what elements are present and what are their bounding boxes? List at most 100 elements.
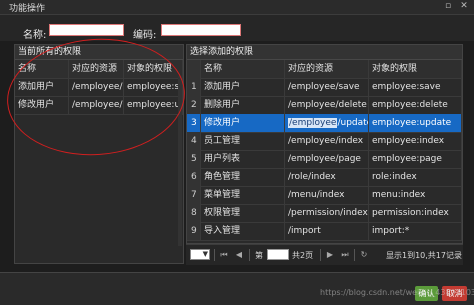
table-row[interactable]: 5 用户列表/employee/page employee:page — [187, 150, 462, 169]
row-index: 6 — [187, 168, 201, 186]
row-permission: employee:index — [369, 132, 462, 150]
row-permission: employee:delete — [369, 96, 462, 114]
table-row[interactable]: 修改用户 /employee/up employee:up — [15, 96, 183, 115]
row-name: 删除用户 — [201, 96, 285, 114]
resource-text: /employee/delete — [288, 100, 367, 110]
table-row[interactable]: 8 权限管理/permission/index permission:index — [187, 204, 462, 223]
chevron-down-icon: ▼ — [202, 250, 208, 258]
row-index: 2 — [187, 96, 201, 114]
table-row[interactable]: 添加用户 /employee/sa employee:sa — [15, 78, 183, 97]
row-index: 5 — [187, 150, 201, 168]
column-header-name[interactable]: 名称 — [15, 60, 69, 78]
close-icon[interactable]: ✕ — [459, 2, 469, 11]
left-panel-scrollbar[interactable] — [178, 76, 182, 246]
last-page-icon[interactable]: ⏭ — [340, 249, 350, 260]
row-resource: /role/index — [285, 168, 369, 186]
name-label: 名称: — [23, 30, 47, 41]
row-resource: /employee/sa — [69, 78, 124, 96]
row-name: 修改用户 — [15, 96, 69, 114]
row-permission: permission:index — [369, 204, 462, 222]
table-row[interactable]: 6 角色管理/role/index role:index — [187, 168, 462, 187]
resource-text: /menu/index — [288, 190, 345, 200]
row-permission: menu:index — [369, 186, 462, 204]
pagination-bar: ▼ ⏮ ◀ 第 共2页 ▶ ⏭ ↻ 显示1到10,共17记录 — [186, 244, 463, 265]
row-index: 3 — [187, 114, 201, 132]
divider — [354, 249, 355, 261]
row-index: 7 — [187, 186, 201, 204]
records-summary: 显示1到10,共17记录 — [386, 251, 462, 260]
row-resource: /employee/update — [285, 114, 369, 132]
next-page-icon[interactable]: ▶ — [325, 249, 335, 260]
page-number-input[interactable] — [267, 249, 289, 260]
available-permissions-panel: 选择添加的权限 名称 对应的资源 对象的权限 1 添加用户/employee/sa… — [186, 44, 463, 244]
table-header: 名称 对应的资源 对象的权限 — [15, 60, 183, 79]
table-row[interactable]: 2 删除用户/employee/delete employee:delete — [187, 96, 462, 115]
code-label: 编码: — [133, 30, 157, 41]
row-permission: role:index — [369, 168, 462, 186]
page-prefix: 第 — [255, 251, 263, 260]
column-header-resource[interactable]: 对应的资源 — [69, 60, 124, 78]
row-name: 权限管理 — [201, 204, 285, 222]
row-resource: /menu/index — [285, 186, 369, 204]
row-resource: /employee/save — [285, 78, 369, 96]
resource-text: /update — [337, 118, 369, 128]
row-index: 9 — [187, 222, 201, 240]
row-resource: /employee/delete — [285, 96, 369, 114]
row-name: 修改用户 — [201, 114, 285, 132]
row-index: 1 — [187, 78, 201, 96]
watermark: https://blog.csdn.net/weixin_43893103 — [320, 288, 474, 297]
row-permission: employee:save — [369, 78, 462, 96]
page-total: 共2页 — [292, 251, 314, 260]
row-permission: employee:page — [369, 150, 462, 168]
current-permissions-panel: 当前所有的权限 名称 对应的资源 对象的权限 添加用户 /employee/sa… — [14, 44, 184, 264]
row-permission: import:* — [369, 222, 462, 240]
prev-page-icon[interactable]: ◀ — [234, 249, 244, 260]
row-permission: employee:up — [124, 96, 183, 114]
current-permissions-title: 当前所有的权限 — [15, 45, 183, 60]
column-header-name[interactable]: 名称 — [201, 60, 285, 78]
row-name: 添加用户 — [15, 78, 69, 96]
maximize-icon[interactable]: ▫ — [443, 2, 453, 11]
divider — [214, 249, 215, 261]
column-header-permission[interactable]: 对象的权限 — [369, 60, 462, 78]
table-row[interactable]: 4 员工管理/employee/index employee:index — [187, 132, 462, 151]
row-permission: employee:sa — [124, 78, 183, 96]
table-row[interactable]: 1 添加用户/employee/save employee:save — [187, 78, 462, 97]
window-titlebar: 功能操作 ▫ ✕ — [0, 0, 474, 15]
first-page-icon[interactable]: ⏮ — [219, 249, 229, 260]
code-input[interactable] — [161, 24, 241, 36]
row-resource: /employee/page — [285, 150, 369, 168]
row-name: 添加用户 — [201, 78, 285, 96]
name-input[interactable] — [49, 24, 124, 36]
table-header: 名称 对应的资源 对象的权限 — [187, 60, 462, 79]
selected-text: /employee — [288, 118, 338, 128]
resource-text: /import — [288, 226, 321, 236]
table-row[interactable]: 3 修改用户/employee/update employee:update — [187, 114, 462, 133]
resource-text: /permission/index — [288, 208, 368, 218]
row-resource: /import — [285, 222, 369, 240]
row-name: 角色管理 — [201, 168, 285, 186]
row-permission: employee:update — [369, 114, 462, 132]
page-size-select[interactable]: ▼ — [190, 249, 210, 260]
row-resource: /employee/index — [285, 132, 369, 150]
column-header-index — [187, 60, 201, 78]
resource-text: /role/index — [288, 172, 336, 182]
resource-text: /employee/page — [288, 154, 361, 164]
divider — [249, 249, 250, 261]
row-name: 导入管理 — [201, 222, 285, 240]
refresh-icon[interactable]: ↻ — [359, 249, 369, 260]
column-header-resource[interactable]: 对应的资源 — [285, 60, 369, 78]
available-permissions-title: 选择添加的权限 — [187, 45, 462, 60]
filter-toolbar: 名称: 编码: — [0, 15, 474, 41]
row-name: 用户列表 — [201, 150, 285, 168]
row-index: 4 — [187, 132, 201, 150]
table-row[interactable]: 7 菜单管理/menu/index menu:index — [187, 186, 462, 205]
column-header-permission[interactable]: 对象的权限 — [124, 60, 183, 78]
resource-text: /employee/save — [288, 82, 360, 92]
resource-text: /employee/index — [288, 136, 364, 146]
row-name: 员工管理 — [201, 132, 285, 150]
row-resource: /permission/index — [285, 204, 369, 222]
row-index: 8 — [187, 204, 201, 222]
window-title: 功能操作 — [9, 4, 46, 14]
table-row[interactable]: 9 导入管理/import import:* — [187, 222, 462, 241]
